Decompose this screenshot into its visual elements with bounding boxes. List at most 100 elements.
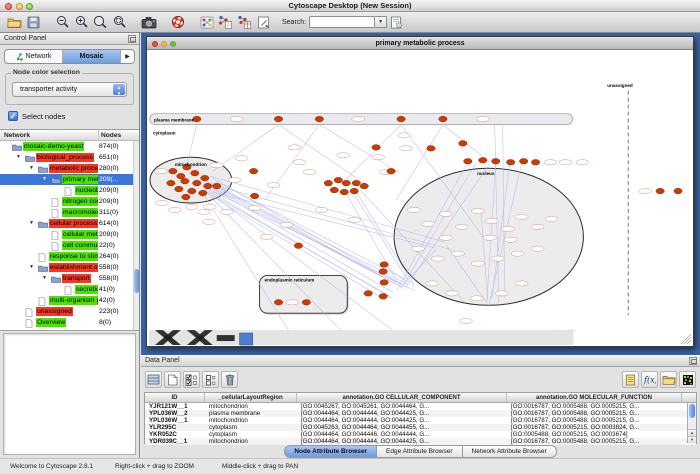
network-edge[interactable] [346,194,402,289]
import-network-icon[interactable] [216,13,235,31]
network-node[interactable] [380,280,388,286]
network-node[interactable] [459,141,467,147]
network-node[interactable] [177,173,185,179]
tree-row[interactable]: ▼cellular process614(0) [0,218,139,229]
network-node[interactable] [302,300,310,306]
tree-expand-icon[interactable]: ▼ [29,220,34,226]
network-node[interactable] [324,180,332,186]
network-node[interactable] [334,177,342,183]
network-node[interactable] [342,180,350,186]
data-panel-float-icon[interactable] [689,357,697,365]
zoom-fit-icon[interactable] [91,13,110,31]
node-color-select[interactable]: transporter activity ▲▼ [12,82,127,97]
network-edge[interactable] [212,184,408,284]
tree-expand-icon[interactable]: ▼ [42,176,47,182]
unselect-all-attributes-icon[interactable] [202,371,219,388]
network-node[interactable] [204,183,212,189]
network-node[interactable] [175,186,183,192]
tree-expand-icon[interactable]: ▼ [42,275,47,281]
network-node[interactable] [387,168,395,174]
network-minimize-button[interactable] [161,41,167,47]
notes-icon[interactable] [622,371,639,388]
table-row[interactable]: YDR039C__1mitochondrion[GO:0044464, GO:0… [145,438,696,445]
select-attributes-icon[interactable] [145,371,162,388]
network-edge[interactable] [265,125,320,200]
import-network-table-icon[interactable] [235,13,254,31]
network-node[interactable] [380,262,388,268]
search-input[interactable] [309,16,375,28]
table-column-header[interactable]: annotation.GO CELLULAR_COMPONENT [297,393,507,402]
network-node[interactable] [531,159,539,165]
tree-row[interactable]: secretion41(0) [0,284,139,295]
tab-node-attribute-browser[interactable]: Node Attribute Browser [284,445,377,458]
network-edge[interactable] [205,196,295,340]
table-row[interactable]: YJR121W__1mitochondrion[GO:0045267, GO:0… [145,403,696,410]
tabs-overflow-icon[interactable]: ▶ [121,50,134,63]
tree-row[interactable]: unassigned223(0) [0,306,139,317]
network-node[interactable] [397,116,405,122]
network-close-button[interactable] [152,41,158,47]
network-edge[interactable] [211,197,351,341]
tab-network-attribute-browser[interactable]: Network Attribute Browser [463,445,557,458]
network-node[interactable] [492,158,500,164]
matrix-icon[interactable] [679,371,696,388]
tree-row[interactable]: mosaic-demo-yeast874(0) [0,141,139,152]
network-node[interactable] [191,170,199,176]
tree-row[interactable]: response to stimul264(0) [0,251,139,262]
network-node[interactable] [330,187,338,193]
network-node[interactable] [379,294,387,300]
zoom-selected-icon[interactable] [110,13,129,31]
vizmapper-icon[interactable] [197,13,216,31]
scroll-up-icon[interactable]: ▲ [688,429,696,436]
scroll-down-icon[interactable]: ▼ [688,436,696,443]
tree-row[interactable]: macromolecule311(0) [0,207,139,218]
table-column-header[interactable]: annotation.GO MOLECULAR_FUNCTION [507,393,682,402]
canvas-scrollbar-thumb[interactable] [240,333,253,345]
network-node[interactable] [340,189,348,195]
tree-scrollbar[interactable] [133,141,139,330]
annotation-icon[interactable] [254,13,273,31]
network-edge[interactable] [205,181,382,276]
tree-expand-icon[interactable]: ▼ [29,165,34,171]
network-node[interactable] [201,175,209,181]
tree-row[interactable]: cell communicat22(0) [0,240,139,251]
zoom-in-icon[interactable] [72,13,91,31]
network-node[interactable] [315,116,323,122]
tree-expand-icon[interactable]: ▼ [16,154,21,160]
tree-row[interactable]: nucleobase-209(0) [0,185,139,196]
tree-row[interactable]: nitrogen compo209(0) [0,196,139,207]
tree-row[interactable]: cellular metabol209(0) [0,229,139,240]
network-node[interactable] [427,146,435,152]
network-node[interactable] [379,269,387,275]
table-row[interactable]: YLR295Ccytoplasm[GO:0045263, GO:0044464,… [145,424,696,431]
birdseye-view[interactable] [3,333,136,455]
create-attribute-icon[interactable] [164,371,181,388]
network-node[interactable] [350,188,358,194]
snapshot-icon[interactable] [139,13,158,31]
tree-scrollbar-thumb[interactable] [134,269,139,293]
tree-row[interactable]: Overview8(0) [0,317,139,328]
network-node[interactable] [360,183,368,189]
network-edge[interactable] [279,125,369,187]
network-node[interactable] [294,243,302,249]
table-scrollbar-thumb[interactable] [689,404,695,418]
network-node[interactable] [169,168,177,174]
table-scrollbar[interactable]: ▲▼ [687,403,696,443]
table-row[interactable]: YPL036W__1mitochondrion[GO:0044464, GO:0… [145,417,696,424]
open-icon[interactable] [5,13,24,31]
search-dropdown-icon[interactable]: ▼ [375,16,387,28]
network-node[interactable] [274,300,282,306]
window-titlebar[interactable]: Cytoscape Desktop (New Session) [0,0,700,12]
network-node[interactable] [656,188,664,194]
network-zoom-button[interactable] [170,41,176,47]
network-node[interactable] [364,291,372,297]
tree-row[interactable]: ▼primary metabo209(... [0,174,139,185]
zoom-window-button[interactable] [26,3,33,10]
tree-col-network[interactable]: Network [0,130,99,140]
float-panel-icon[interactable] [128,35,136,43]
network-node[interactable] [464,158,472,164]
tree-row[interactable]: ▼transport558(0) [0,273,139,284]
tab-mosaic[interactable]: Mosaic [63,50,121,63]
network-node[interactable] [352,180,360,186]
import-attributes-icon[interactable] [660,371,677,388]
